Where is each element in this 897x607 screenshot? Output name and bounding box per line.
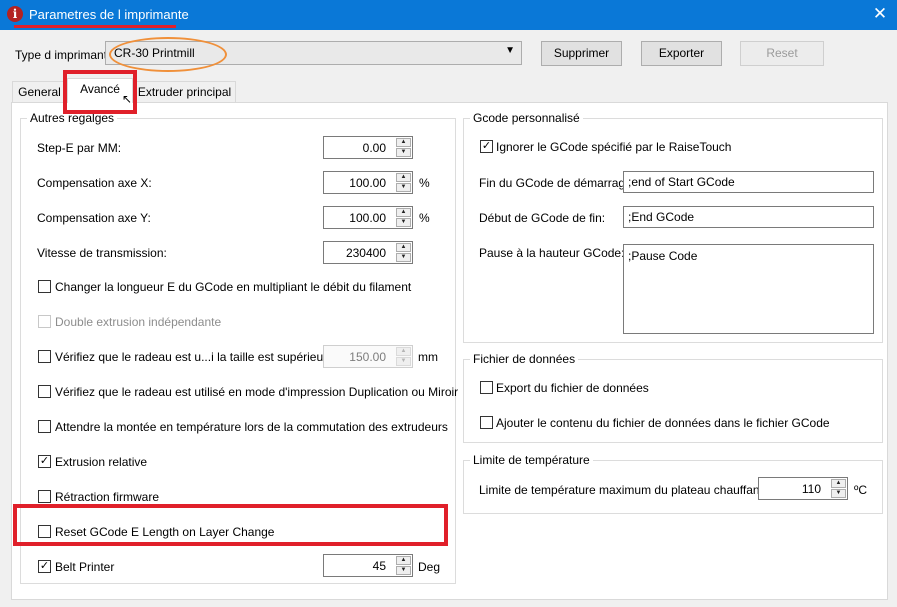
delete-button[interactable]: Supprimer [541, 41, 622, 66]
printer-type-select[interactable]: CR-30 Printmill ▼ [105, 41, 522, 65]
wait-temp-label: Attendre la montée en température lors d… [55, 420, 448, 434]
comp-x-label: Compensation axe X: [37, 176, 152, 190]
spin-up-icon[interactable]: ▲ [831, 479, 846, 488]
multiply-e-length-label: Changer la longueur E du GCode en multip… [55, 280, 412, 294]
printer-type-value: CR-30 Printmill [114, 46, 195, 60]
spin-up-icon[interactable]: ▲ [396, 556, 411, 565]
comp-x-spinbox[interactable]: 100.00 ▲ ▼ [323, 171, 413, 194]
checkbox-append-datafile[interactable] [480, 416, 493, 429]
gcode-legend: Gcode personnalisé [470, 111, 583, 125]
other-settings-legend: Autres regalges [27, 111, 118, 125]
end-of-start-input[interactable]: ;end of Start GCode [623, 171, 874, 193]
tab-panel-avance: Autres regalges Step-E par MM: 0.00 ▲ ▼ C… [11, 102, 888, 600]
chevron-down-icon: ▼ [505, 45, 515, 56]
step-e-value: 0.00 [362, 141, 386, 155]
baud-value: 230400 [345, 246, 386, 260]
step-e-spinbox[interactable]: 0.00 ▲ ▼ [323, 136, 413, 159]
belt-printer-label: Belt Printer [55, 560, 115, 574]
spin-down-icon[interactable]: ▼ [396, 566, 411, 575]
belt-angle-value: 45 [372, 559, 386, 573]
checkbox-wait-temp[interactable] [38, 420, 51, 433]
reset-e-length-label: Reset GCode E Length on Layer Change [55, 525, 275, 539]
start-of-end-input[interactable]: ;End GCode [623, 206, 874, 228]
checkbox-ignore-gcode[interactable]: ✓ [480, 140, 493, 153]
dialog-body: Type d imprimante: CR-30 Printmill ▼ Sup… [0, 30, 897, 607]
export-datafile-label: Export du fichier de données [496, 381, 649, 395]
reset-button[interactable]: Reset [740, 41, 824, 66]
independent-dual-label: Double extrusion indépendante [55, 315, 222, 329]
checkbox-reset-e-length[interactable] [38, 525, 51, 538]
spin-up-icon[interactable]: ▲ [396, 173, 411, 182]
close-icon[interactable]: ✕ [863, 0, 897, 30]
raft-size-check-label: Vérifiez que le radeau est u...i la tail… [55, 350, 344, 364]
comp-y-value: 100.00 [349, 211, 386, 225]
firmware-retraction-label: Rétraction firmware [55, 490, 160, 504]
title-annotation-underline [14, 25, 176, 28]
pause-gcode-textarea[interactable]: ;Pause Code [623, 244, 874, 334]
checkbox-raft-size-check[interactable] [38, 350, 51, 363]
check-icon: ✓ [39, 560, 50, 572]
temp-limit-legend: Limite de température [470, 453, 593, 467]
start-of-end-label: Début de GCode de fin: [479, 211, 606, 225]
spin-down-icon[interactable]: ▼ [831, 489, 846, 498]
spin-down-icon[interactable]: ▼ [396, 183, 411, 192]
mouse-cursor-icon: ↖ [122, 92, 133, 106]
bed-temp-limit-value: 110 [801, 482, 821, 496]
app-info-icon: i [7, 6, 23, 22]
checkbox-independent-dual[interactable] [38, 315, 51, 328]
printer-type-label: Type d imprimante: [15, 48, 118, 62]
datafile-group: Fichier de données [463, 352, 883, 443]
check-icon: ✓ [39, 455, 50, 467]
relative-extrusion-label: Extrusion relative [55, 455, 148, 469]
spin-down-icon[interactable]: ▼ [396, 253, 411, 262]
raft-size-spinbox[interactable]: 150.00 ▲ ▼ [323, 345, 413, 368]
export-button[interactable]: Exporter [641, 41, 722, 66]
spin-down-icon[interactable]: ▼ [396, 218, 411, 227]
baud-spinbox[interactable]: 230400 ▲ ▼ [323, 241, 413, 264]
raft-duplication-label: Vérifiez que le radeau est utilisé en mo… [55, 385, 459, 399]
bed-temp-limit-unit: ºC [854, 483, 868, 497]
comp-y-label: Compensation axe Y: [37, 211, 151, 225]
checkbox-relative-extrusion[interactable]: ✓ [38, 455, 51, 468]
belt-angle-unit: Deg [418, 560, 441, 574]
window-title: Parametres de l imprimante [29, 7, 189, 22]
comp-x-value: 100.00 [349, 176, 386, 190]
end-of-start-label: Fin du GCode de démarrage: [479, 176, 636, 190]
bed-temp-limit-label: Limite de température maximum du plateau… [479, 483, 767, 497]
checkbox-belt-printer[interactable]: ✓ [38, 560, 51, 573]
step-e-label: Step-E par MM: [37, 141, 122, 155]
comp-y-spinbox[interactable]: 100.00 ▲ ▼ [323, 206, 413, 229]
checkbox-multiply-e-length[interactable] [38, 280, 51, 293]
comp-x-unit: % [419, 176, 430, 190]
spin-down-icon[interactable]: ▼ [396, 148, 411, 157]
raft-size-unit: mm [418, 350, 438, 364]
tab-general[interactable]: General [12, 81, 67, 102]
spin-up-icon[interactable]: ▲ [396, 347, 411, 356]
ignore-gcode-label: Ignorer le GCode spécifié par le RaiseTo… [496, 140, 732, 154]
append-datafile-label: Ajouter le contenu du fichier de données… [496, 416, 830, 430]
tab-extruder-principal[interactable]: Extruder principal [133, 81, 236, 102]
pause-gcode-label: Pause à la hauteur GCode: [479, 246, 625, 260]
checkbox-raft-duplication[interactable] [38, 385, 51, 398]
spin-down-icon[interactable]: ▼ [396, 357, 411, 366]
spin-up-icon[interactable]: ▲ [396, 208, 411, 217]
bed-temp-limit-spinbox[interactable]: 110 ▲ ▼ [758, 477, 848, 500]
checkbox-firmware-retraction[interactable] [38, 490, 51, 503]
spin-up-icon[interactable]: ▲ [396, 243, 411, 252]
baud-label: Vitesse de transmission: [37, 246, 167, 260]
comp-y-unit: % [419, 211, 430, 225]
spin-up-icon[interactable]: ▲ [396, 138, 411, 147]
check-icon: ✓ [481, 140, 492, 152]
raft-size-value: 150.00 [349, 350, 386, 364]
belt-angle-spinbox[interactable]: 45 ▲ ▼ [323, 554, 413, 577]
checkbox-export-datafile[interactable] [480, 381, 493, 394]
datafile-legend: Fichier de données [470, 352, 579, 366]
